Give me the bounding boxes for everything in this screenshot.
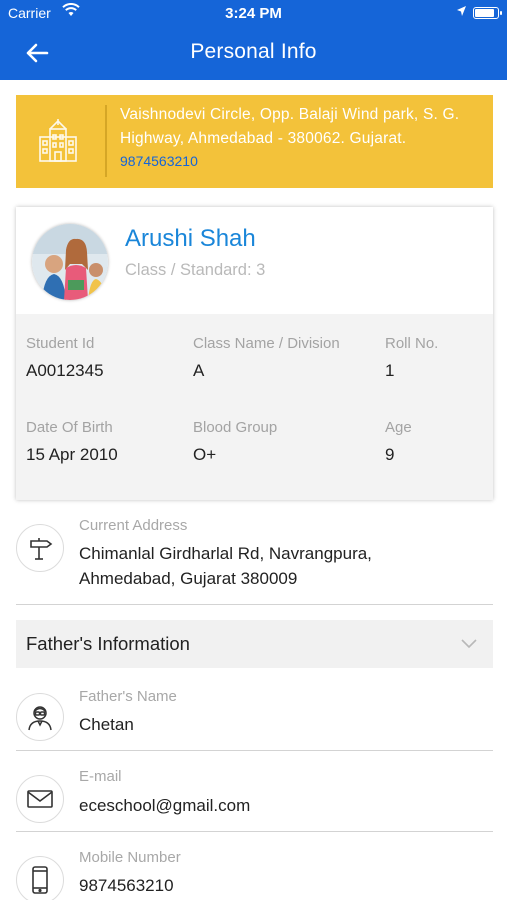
father-name-label: Father's Name (79, 688, 177, 705)
mail-icon (16, 775, 64, 823)
section-title: Father's Information (26, 633, 190, 654)
school-banner: Vaishnodevi Circle, Opp. Balaji Wind par… (16, 95, 493, 188)
address-line-1: Chimanlal Girdharlal Rd, Navrangpura, (79, 544, 372, 563)
person-icon (16, 693, 64, 741)
avatar (32, 224, 108, 300)
class-division-cell: Class Name / Division A (193, 335, 340, 381)
chevron-down-icon[interactable] (461, 636, 477, 654)
field-label: Student Id (26, 335, 95, 352)
student-name: Arushi Shah (125, 225, 256, 252)
field-value: A (193, 361, 205, 380)
school-phone-link[interactable]: 9874563210 (120, 153, 198, 169)
roll-no-cell: Roll No. 1 (385, 335, 438, 381)
field-value: 15 Apr 2010 (26, 445, 118, 464)
status-time: 3:24 PM (225, 5, 282, 22)
field-label: Roll No. (385, 335, 439, 352)
page-title: Personal Info (190, 40, 317, 63)
address-row: Current Address Chimanlal Girdharlal Rd,… (16, 516, 493, 596)
father-name-value: Chetan (79, 715, 134, 734)
email-label: E-mail (79, 768, 122, 785)
field-label: Age (385, 419, 412, 436)
student-class: Class / Standard: 3 (125, 261, 266, 279)
age-cell: Age 9 (385, 419, 412, 465)
email-value[interactable]: eceschool@gmail.com (79, 793, 250, 819)
signpost-icon (16, 524, 64, 572)
father-section-header[interactable]: Father's Information (16, 620, 493, 668)
app-header: Carrier 3:24 PM Personal Info (0, 0, 507, 80)
address-label: Current Address (79, 517, 188, 534)
dob-cell: Date Of Birth 15 Apr 2010 (26, 419, 118, 465)
banner-divider (105, 105, 107, 177)
father-name-row: Father's Name Chetan (16, 688, 493, 744)
student-id-cell: Student Id A0012345 (26, 335, 104, 381)
school-building-icon (34, 117, 82, 165)
nav-bar: Personal Info (0, 26, 507, 80)
field-value: 9 (385, 445, 395, 464)
email-row: E-mail eceschool@gmail.com (16, 768, 493, 824)
address-line-2: Ahmedabad, Gujarat 380009 (79, 569, 298, 588)
battery-icon (473, 7, 502, 19)
mobile-phone-icon (16, 856, 64, 900)
school-address: Vaishnodevi Circle, Opp. Balaji Wind par… (120, 106, 460, 147)
field-label: Date Of Birth (26, 419, 113, 436)
location-arrow-icon (456, 5, 467, 20)
student-card: Arushi Shah Class / Standard: 3 Student … (16, 207, 493, 500)
divider (16, 831, 493, 832)
divider (16, 750, 493, 751)
status-bar: Carrier 3:24 PM (0, 0, 507, 26)
mobile-row: Mobile Number 9874563210 (16, 849, 493, 900)
blood-group-cell: Blood Group O+ (193, 419, 277, 465)
field-label: Class Name / Division (193, 335, 340, 352)
field-label: Blood Group (193, 419, 278, 436)
field-value: A0012345 (26, 361, 104, 380)
field-value: 1 (385, 361, 395, 380)
divider (16, 604, 493, 605)
mobile-label: Mobile Number (79, 849, 181, 866)
field-value: O+ (193, 445, 217, 464)
student-header: Arushi Shah Class / Standard: 3 (16, 207, 493, 314)
student-details-grid: Student Id A0012345 Class Name / Divisio… (16, 314, 493, 500)
battery-level (475, 9, 494, 17)
mobile-value[interactable]: 9874563210 (79, 873, 174, 899)
